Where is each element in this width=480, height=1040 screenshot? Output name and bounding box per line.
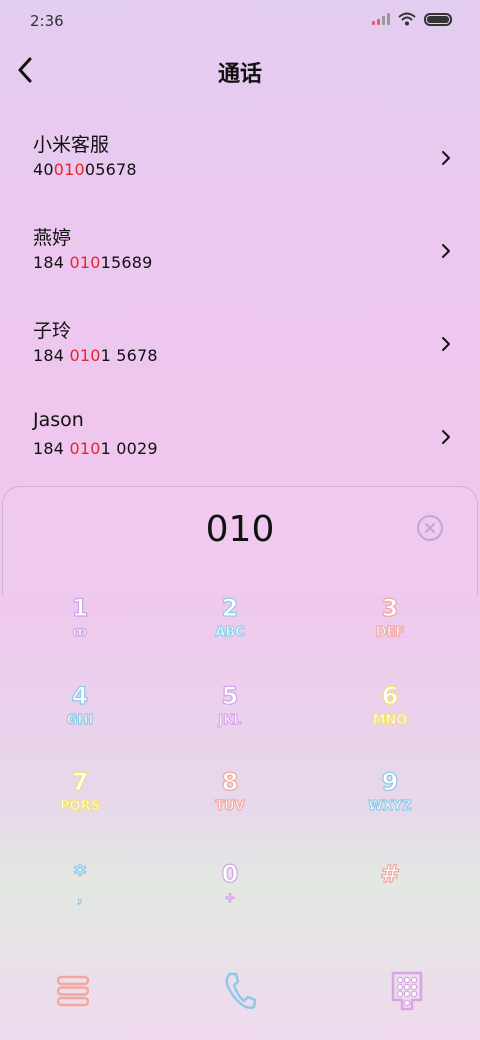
call-button[interactable]	[215, 966, 265, 1016]
dialed-number[interactable]: 010	[3, 509, 477, 550]
bottom-action-bar	[0, 960, 480, 1020]
key-7[interactable]: 7 PQRS	[0, 767, 160, 858]
chevron-right-icon[interactable]	[438, 334, 454, 354]
contact-number: 184 0101 0029	[33, 439, 158, 458]
menu-button[interactable]	[48, 966, 98, 1016]
contact-name: 子玲	[33, 320, 72, 342]
battery-icon	[424, 12, 452, 26]
wifi-icon	[398, 12, 416, 26]
voicemail-icon: ꝏ	[72, 624, 88, 640]
signal-icon	[372, 13, 390, 25]
contact-name: 小米客服	[33, 134, 110, 156]
contact-row[interactable]: Jason 184 0101 0029	[0, 409, 480, 493]
menu-icon	[56, 975, 90, 1007]
match-highlight: 010	[53, 160, 85, 179]
contact-number: 184 0101 5678	[33, 346, 158, 365]
status-icons	[372, 12, 452, 26]
key-star[interactable]: * ,	[0, 859, 160, 950]
status-bar: 2:36	[0, 0, 480, 40]
key-4[interactable]: 4 GHI	[0, 681, 160, 772]
chevron-right-icon[interactable]	[438, 148, 454, 168]
phone-icon	[225, 972, 257, 1010]
match-highlight: 010	[69, 439, 101, 458]
key-0[interactable]: 0 +	[150, 859, 310, 950]
chevron-right-icon[interactable]	[438, 241, 454, 261]
dial-keypad: 1 ꝏ 2 ABC 3 DEF 4 GHI 5 JKL 6 MNO 7 PQRS…	[0, 568, 480, 948]
contact-name: Jason	[33, 409, 84, 431]
contact-row[interactable]: 小米客服 4001005678	[0, 130, 480, 214]
key-1[interactable]: 1 ꝏ	[0, 593, 160, 684]
contact-number: 4001005678	[33, 160, 137, 179]
page-title: 通话	[217, 62, 262, 87]
chevron-right-icon[interactable]	[438, 427, 454, 447]
match-highlight: 010	[69, 346, 101, 365]
match-highlight: 010	[69, 253, 101, 272]
key-2[interactable]: 2 ABC	[150, 593, 310, 684]
key-5[interactable]: 5 JKL	[150, 681, 310, 772]
key-3[interactable]: 3 DEF	[310, 593, 470, 684]
key-6[interactable]: 6 MNO	[310, 681, 470, 772]
close-icon	[425, 523, 435, 533]
clear-button[interactable]	[417, 515, 443, 541]
dialpad-icon	[391, 971, 423, 1011]
contact-number: 184 01015689	[33, 253, 153, 272]
keypad-toggle-button[interactable]	[382, 966, 432, 1016]
key-9[interactable]: 9 WXYZ	[310, 767, 470, 858]
key-hash[interactable]: #	[310, 859, 470, 950]
contact-row[interactable]: 燕婷 184 01015689	[0, 223, 480, 307]
header: 通话	[0, 46, 480, 96]
contact-row[interactable]: 子玲 184 0101 5678	[0, 316, 480, 400]
contact-name: 燕婷	[33, 227, 72, 249]
status-time: 2:36	[30, 12, 64, 30]
key-8[interactable]: 8 TUV	[150, 767, 310, 858]
